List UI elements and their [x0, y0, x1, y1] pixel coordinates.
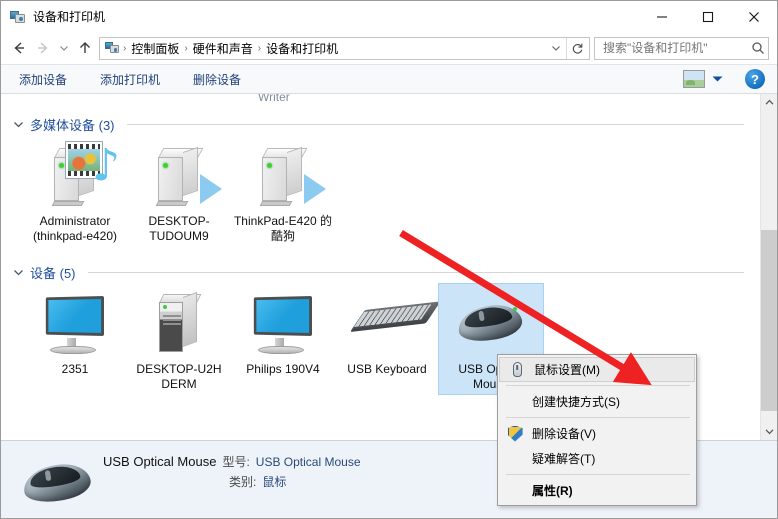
- details-line-category: 类别: 鼠标: [103, 473, 361, 490]
- keyboard-icon: [348, 290, 441, 358]
- group-title: 设备 (5): [30, 265, 76, 281]
- devices-and-printers-window: 设备和打印机 › 控制面板 › 硬件和声音 › 设备和打印机 搜索"设备和打印机…: [0, 0, 778, 519]
- forward-arrow-icon[interactable]: [31, 36, 55, 60]
- device-label: DESKTOP-U2H DERM: [136, 362, 222, 391]
- spacer-icon: [506, 482, 524, 500]
- scrollbar-thumb[interactable]: [761, 229, 777, 411]
- media-tower-icon: [244, 142, 326, 210]
- context-menu-item-properties[interactable]: 属性(R): [498, 478, 696, 503]
- chevron-down-icon[interactable]: [13, 120, 24, 129]
- menu-divider: [506, 474, 690, 475]
- add-printer-button[interactable]: 添加打印机: [100, 71, 160, 88]
- device-label: ThinkPad-E420 的酷狗: [233, 214, 333, 243]
- breadcrumb-item-devices-printers[interactable]: 设备和打印机: [262, 40, 342, 57]
- spacer-icon: [506, 450, 524, 468]
- desktop-pc-icon: [140, 290, 218, 358]
- context-menu-item-troubleshoot[interactable]: 疑难解答(T): [498, 446, 696, 471]
- device-tile-usb-keyboard[interactable]: USB Keyboard: [335, 284, 441, 379]
- group-header-devices[interactable]: 设备 (5): [13, 260, 748, 284]
- context-menu-label: 删除设备(V): [532, 427, 596, 441]
- device-label: USB Keyboard: [347, 362, 427, 376]
- scrollbar-track[interactable]: [761, 111, 777, 423]
- details-label-model: 型号:: [222, 455, 250, 469]
- context-menu-item-create-shortcut[interactable]: 创建快捷方式(S): [498, 389, 696, 414]
- mouse-icon: [452, 290, 530, 358]
- chevron-up-icon[interactable]: [761, 94, 777, 111]
- monitor-icon: [36, 290, 114, 358]
- monitor-icon: [244, 290, 322, 358]
- remove-device-button[interactable]: 删除设备: [193, 71, 241, 88]
- context-menu-item-remove-device[interactable]: 删除设备(V): [498, 421, 696, 446]
- chevron-down-icon[interactable]: [13, 268, 24, 277]
- device-label: DESKTOP-TUDOUM9: [148, 214, 210, 243]
- device-label: Philips 190V4: [246, 362, 320, 376]
- context-menu-label: 鼠标设置(M): [534, 363, 600, 377]
- maximize-button[interactable]: [685, 1, 731, 32]
- add-device-button[interactable]: 添加设备: [19, 71, 67, 88]
- menu-divider: [506, 417, 690, 418]
- mouse-icon: [508, 361, 526, 379]
- group-header-multimedia-devices[interactable]: 多媒体设备 (3): [13, 112, 748, 136]
- clipped-row: Writer: [13, 94, 748, 108]
- back-arrow-icon[interactable]: [7, 36, 31, 60]
- context-menu-label: 疑难解答(T): [532, 452, 596, 466]
- chevron-down-icon[interactable]: [761, 423, 777, 440]
- context-menu-item-mouse-settings[interactable]: 鼠标设置(M): [499, 357, 695, 382]
- device-tile-administrator[interactable]: ♪ Administrator (thinkpad-e420): [23, 136, 127, 246]
- mouse-icon: [7, 448, 103, 510]
- search-input[interactable]: [601, 40, 751, 56]
- command-toolbar: 添加设备 添加打印机 删除设备 ?: [1, 64, 777, 94]
- title-bar: 设备和打印机: [1, 1, 777, 32]
- view-options-icon[interactable]: [683, 70, 705, 88]
- address-bar: › 控制面板 › 硬件和声音 › 设备和打印机: [1, 32, 777, 64]
- devices-printers-icon: [105, 41, 120, 55]
- context-menu: 鼠标设置(M) 创建快捷方式(S) 删除设备(V) 疑难解答(T) 属性(R): [497, 354, 697, 506]
- device-tile-thinkpad-e420[interactable]: ThinkPad-E420 的酷狗: [231, 136, 335, 246]
- recent-locations-icon[interactable]: [55, 36, 73, 60]
- devices-printers-icon: [10, 9, 26, 25]
- media-tower-icon: [140, 142, 222, 210]
- vertical-scrollbar[interactable]: [760, 94, 777, 440]
- up-arrow-icon[interactable]: [73, 36, 97, 60]
- menu-divider: [506, 385, 690, 386]
- toolbar-right-group: ?: [683, 69, 777, 89]
- device-tile-desktop-u2hderm[interactable]: DESKTOP-U2H DERM: [127, 284, 231, 394]
- details-line-model: USB Optical Mouse 型号: USB Optical Mouse: [103, 453, 361, 470]
- context-menu-label: 创建快捷方式(S): [532, 395, 620, 409]
- device-tile-2351[interactable]: 2351: [23, 284, 127, 379]
- search-icon: [751, 41, 765, 55]
- details-device-name: USB Optical Mouse: [103, 454, 217, 469]
- breadcrumb-item-hardware-sound[interactable]: 硬件和声音: [189, 40, 257, 57]
- multimedia-devices-tiles: ♪ Administrator (thinkpad-e420) DESKTOP-…: [13, 136, 748, 246]
- device-tile-philips-190v4[interactable]: Philips 190V4: [231, 284, 335, 379]
- device-tile-desktop-tudoum9[interactable]: DESKTOP-TUDOUM9: [127, 136, 231, 246]
- details-label-category: 类别:: [229, 475, 257, 489]
- context-menu-label: 属性(R): [532, 484, 573, 498]
- shield-icon: [506, 425, 524, 443]
- spacer-icon: [506, 393, 524, 411]
- clipped-item-label: Writer: [258, 94, 290, 104]
- group-divider: [87, 271, 744, 273]
- help-icon[interactable]: ?: [745, 69, 765, 89]
- close-button[interactable]: [731, 1, 777, 32]
- chevron-down-icon[interactable]: [545, 38, 566, 59]
- window-title: 设备和打印机: [33, 10, 106, 24]
- refresh-icon[interactable]: [566, 37, 587, 59]
- details-value-model: USB Optical Mouse: [255, 455, 361, 469]
- details-value-category: 鼠标: [262, 475, 287, 489]
- chevron-down-icon[interactable]: [712, 75, 723, 83]
- search-box[interactable]: [594, 36, 769, 60]
- details-info: USB Optical Mouse 型号: USB Optical Mouse …: [103, 448, 361, 490]
- window-controls: [639, 1, 777, 32]
- group-title: 多媒体设备 (3): [30, 117, 115, 133]
- group-divider: [126, 123, 744, 125]
- minimize-button[interactable]: [639, 1, 685, 32]
- media-server-icon: ♪: [36, 142, 120, 210]
- breadcrumb-item-control-panel[interactable]: 控制面板: [127, 40, 183, 57]
- breadcrumb[interactable]: › 控制面板 › 硬件和声音 › 设备和打印机: [99, 36, 590, 60]
- device-label: 2351: [61, 362, 89, 376]
- device-label: Administrator (thinkpad-e420): [32, 214, 118, 243]
